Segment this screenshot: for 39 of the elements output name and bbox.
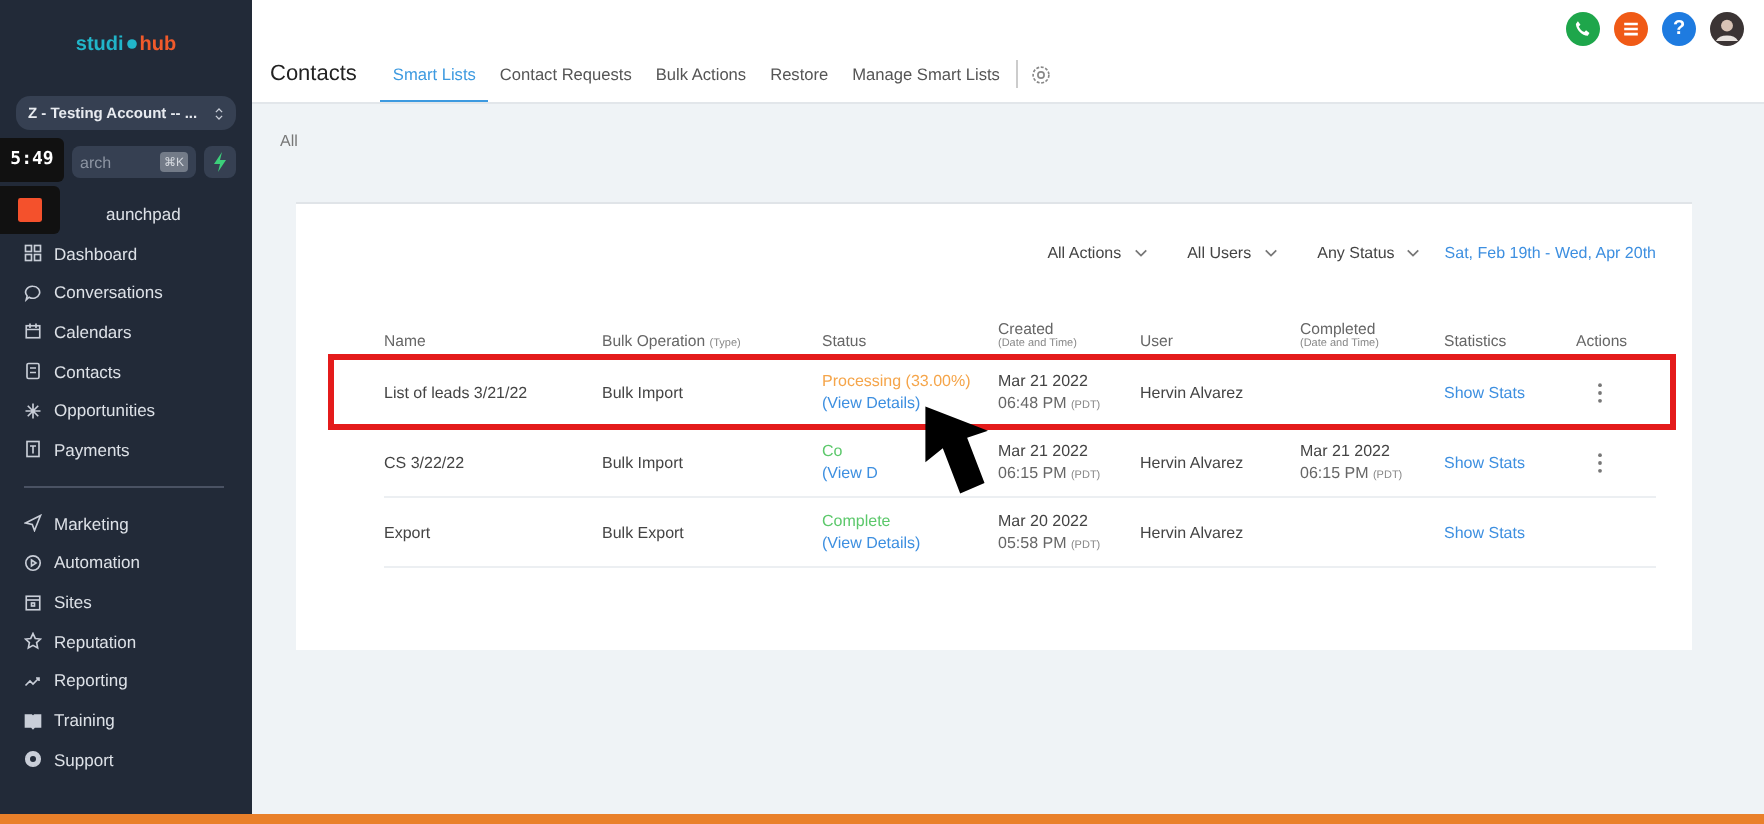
nav-item[interactable]: Marketing: [16, 503, 236, 543]
filter-dropdown[interactable]: All Actions: [1047, 243, 1148, 261]
nav-item[interactable]: Dashboard: [16, 233, 236, 273]
table-cell-text: List of leads 3/21/22: [384, 383, 530, 401]
nav-item[interactable]: Calendars: [16, 312, 236, 352]
tab[interactable]: Manage Smart Lists: [840, 47, 1012, 102]
nav-item[interactable]: Conversations: [16, 272, 236, 313]
tab[interactable]: Restore: [758, 47, 841, 102]
logo: studi hub: [73, 31, 179, 59]
page-title: Contacts: [270, 62, 357, 87]
status-text: Co: [822, 442, 845, 460]
date-range-link[interactable]: Sat, Feb 19th - Wed, Apr 20th: [1444, 243, 1656, 261]
table-cell-text: Export: [384, 523, 433, 541]
status-text: Processing (33.00%): [822, 372, 973, 390]
table-cell-text: Bulk Import: [602, 453, 685, 471]
nav-item[interactable]: aunchpad: [68, 194, 236, 234]
nav-item[interactable]: Support: [16, 739, 236, 780]
nav-item[interactable]: Contacts: [16, 351, 236, 391]
filter-dropdown[interactable]: Any Status: [1317, 243, 1421, 261]
recording-timer: 5:49: [0, 138, 64, 182]
table-cell-text: Hervin Alvarez: [1140, 523, 1246, 541]
table-cell-text: Hervin Alvarez: [1140, 383, 1246, 401]
nav-item[interactable]: Sites: [16, 582, 236, 622]
nav-item[interactable]: Opportunities: [16, 390, 236, 431]
status-text: Complete: [822, 512, 893, 530]
nav-item[interactable]: Payments: [16, 430, 236, 470]
breadcrumb: All: [280, 132, 300, 154]
nav-item[interactable]: Reputation: [16, 621, 236, 662]
tab[interactable]: Contact Requests: [487, 47, 644, 102]
nav-item[interactable]: Reporting: [16, 661, 236, 701]
table-cell-text: CS 3/22/22: [384, 453, 467, 471]
filter-dropdown[interactable]: All Users: [1187, 243, 1278, 261]
tab[interactable]: Bulk Actions: [643, 47, 759, 102]
table-cell-text: Hervin Alvarez: [1140, 453, 1246, 471]
table-cell-text: Bulk Import: [602, 383, 685, 401]
nav-item[interactable]: Training: [16, 700, 236, 740]
help-button[interactable]: ?: [1662, 12, 1696, 46]
table-cell-text: Bulk Export: [602, 523, 686, 541]
nav-item[interactable]: Automation: [16, 543, 236, 583]
